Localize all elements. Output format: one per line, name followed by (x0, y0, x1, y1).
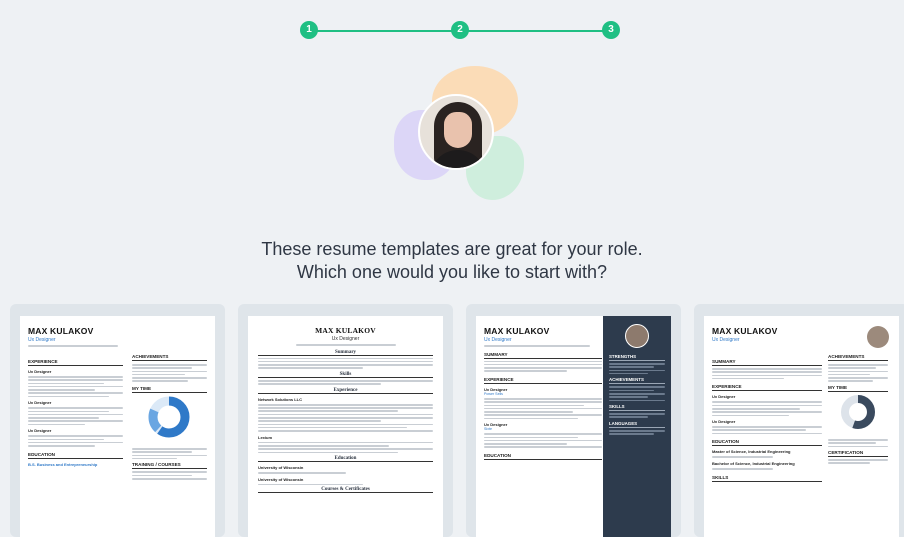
resume-section: EDUCATION (28, 452, 123, 459)
resume-section: MY TIME (828, 385, 888, 392)
resume-section: MY TIME (132, 386, 207, 393)
resume-name: MAX KULAKOV (28, 326, 94, 336)
template-gallery: MAX KULAKOV Ux Designer EXPERIENCE Ux De… (0, 304, 904, 537)
resume-photo (625, 324, 649, 348)
resume-section: EXPERIENCE (28, 359, 123, 366)
resume-preview: MAX KULAKOV Ux Designer Summary Skills E… (248, 316, 443, 537)
resume-degree: Master of Science, Industrial Engineerin… (712, 449, 791, 455)
resume-section: ACHIEVEMENTS (609, 377, 665, 385)
resume-preview: MAX KULAKOV Ux Designer SUMMARY EXPERIEN… (476, 316, 671, 537)
resume-section: Education (258, 456, 433, 463)
resume-section: ACHIEVEMENTS (828, 354, 888, 361)
template-card-3[interactable]: MAX KULAKOV Ux Designer SUMMARY EXPERIEN… (466, 304, 681, 537)
resume-section: STRENGTHS (609, 354, 665, 361)
resume-section: Experience (258, 388, 433, 394)
resume-section: Summary (258, 350, 433, 356)
resume-name: MAX KULAKOV (484, 326, 550, 336)
resume-sidebar: STRENGTHS ACHIEVEMENTS SKILLS LANGUAGES (603, 316, 671, 537)
resume-job: Ux Designer (28, 428, 52, 434)
resume-section: LANGUAGES (609, 421, 665, 429)
step-3[interactable]: 3 (602, 21, 620, 39)
resume-company: Power Sells (484, 392, 503, 397)
resume-section: EXPERIENCE (712, 384, 822, 392)
resume-preview: MAX KULAKOV Ux Designer SUMMARY EXPERIEN… (704, 316, 899, 537)
template-card-4[interactable]: MAX KULAKOV Ux Designer SUMMARY EXPERIEN… (694, 304, 904, 537)
resume-photo (867, 326, 889, 348)
hero-illustration (380, 66, 540, 206)
page-headline: These resume templates are great for you… (0, 238, 904, 284)
resume-section: SKILLS (609, 404, 665, 412)
resume-name: MAX KULAKOV (315, 326, 376, 335)
headline-line-1: These resume templates are great for you… (261, 239, 643, 259)
step-2[interactable]: 2 (451, 21, 469, 39)
resume-section: SUMMARY (712, 359, 822, 366)
resume-title: Ux Designer (331, 336, 360, 342)
resume-school: University of Wisconsin (258, 465, 304, 471)
resume-job: Ux Designer (712, 394, 736, 400)
resume-degree: Bachelor of Science, Industrial Engineer… (712, 460, 795, 466)
resume-section: SKILLS (712, 475, 822, 482)
resume-company: Sixte (484, 427, 492, 432)
resume-section: ACHIEVEMENTS (132, 354, 207, 361)
step-1[interactable]: 1 (300, 21, 318, 39)
resume-section: CERTIFICATION (828, 450, 888, 458)
resume-school: University of Wisconsin (258, 476, 304, 482)
resume-section: EDUCATION (712, 439, 822, 447)
donut-chart (841, 395, 875, 429)
resume-company: Lexium (258, 434, 273, 440)
step-connector (460, 30, 610, 32)
resume-job: Ux Designer (712, 419, 736, 425)
donut-chart (148, 396, 190, 438)
resume-section: SUMMARY (484, 352, 602, 359)
resume-title: Ux Designer (484, 337, 512, 343)
resume-title: Ux Designer (28, 337, 56, 343)
resume-company: Network Solutions LLC (258, 396, 302, 402)
resume-section: TRAINING / COURSES (132, 462, 207, 470)
resume-preview: MAX KULAKOV Ux Designer EXPERIENCE Ux De… (20, 316, 215, 537)
resume-title: Ux Designer (712, 337, 740, 343)
template-card-2[interactable]: MAX KULAKOV Ux Designer Summary Skills E… (238, 304, 453, 537)
resume-section: Skills (258, 372, 433, 379)
avatar (418, 94, 494, 170)
resume-section: Courses & Certificates (258, 487, 433, 494)
resume-job: Ux Designer (28, 400, 52, 406)
step-connector (310, 30, 460, 32)
resume-degree: B.S. Business and Entrepreneurship (28, 461, 98, 467)
resume-job: Ux Designer (28, 369, 52, 374)
template-card-1[interactable]: MAX KULAKOV Ux Designer EXPERIENCE Ux De… (10, 304, 225, 537)
headline-line-2: Which one would you like to start with? (296, 262, 608, 282)
resume-section: EXPERIENCE (484, 377, 602, 385)
progress-stepper: 1 2 3 (300, 21, 620, 41)
resume-name: MAX KULAKOV (712, 326, 778, 336)
resume-section: EDUCATION (484, 453, 602, 461)
